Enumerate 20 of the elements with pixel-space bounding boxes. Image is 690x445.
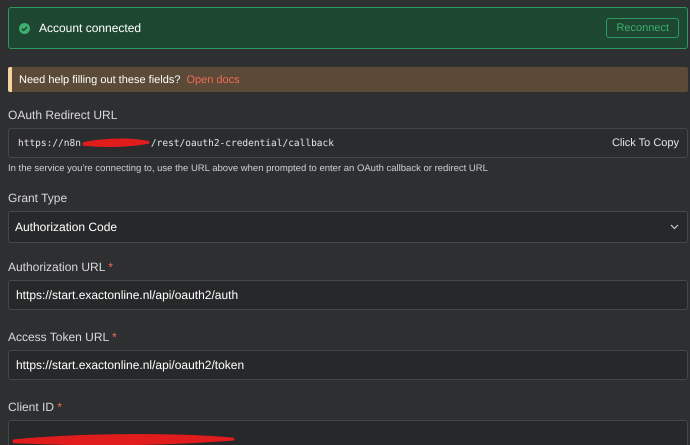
banner-message: Account connected: [39, 21, 142, 35]
copy-button[interactable]: Click To Copy: [612, 137, 679, 149]
field-label: Client ID *: [8, 400, 64, 414]
help-message: Need help filling out these fields?: [19, 74, 180, 86]
redaction-mark: [80, 137, 151, 149]
field-label: Access Token URL *: [8, 330, 118, 344]
url-text: /rest/oauth2-credential/callback: [150, 138, 334, 148]
help-text: In the service you're connecting to, use the URL above when prompted to enter an OAuth callback or redirect URL: [8, 163, 489, 174]
field-label: Grant Type: [8, 191, 68, 205]
chevron-down-icon: [670, 224, 679, 230]
redirect-url-field[interactable]: https://n8n /rest/oauth2-credential/callback Click To Copy: [8, 128, 688, 158]
reconnect-button[interactable]: Reconnect: [606, 18, 679, 38]
url-input[interactable]: https://start.exactonline.nl/api/oauth2/auth: [8, 280, 688, 310]
field-label: Authorization URL *: [8, 260, 114, 274]
check-circle-icon: [19, 22, 30, 34]
field-label: OAuth Redirect URL: [8, 108, 118, 122]
url-text: https://n8n: [18, 138, 81, 148]
grant-type-select[interactable]: Authorization Code: [8, 211, 688, 243]
url-input[interactable]: https://start.exactonline.nl/api/oauth2/token: [8, 350, 688, 380]
client-id-input[interactable]: [8, 420, 688, 445]
